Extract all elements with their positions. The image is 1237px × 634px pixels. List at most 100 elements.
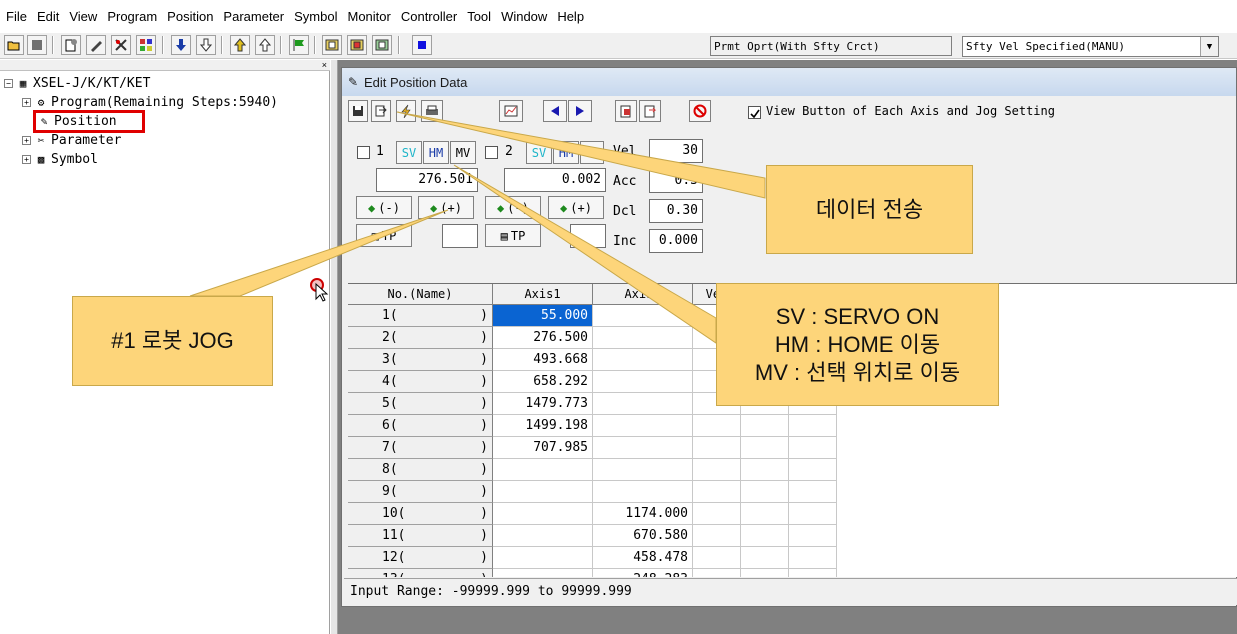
- axis2-tp-field[interactable]: [570, 224, 606, 248]
- axis2-cell[interactable]: [593, 327, 693, 349]
- row-name-cell[interactable]: 4(): [348, 371, 493, 393]
- axis2-cell[interactable]: 670.580: [593, 525, 693, 547]
- axis1-cell[interactable]: 55.000: [493, 305, 593, 327]
- table-row[interactable]: 13() 248.283: [348, 569, 848, 577]
- extra-cell[interactable]: [693, 437, 741, 459]
- symbol-icon[interactable]: [136, 35, 156, 55]
- axis1-sv-button[interactable]: SV: [396, 141, 422, 164]
- emergency-icon[interactable]: [412, 35, 432, 55]
- menu-view[interactable]: View: [65, 0, 103, 33]
- menu-parameter[interactable]: Parameter: [219, 0, 290, 33]
- download-icon[interactable]: [171, 35, 191, 55]
- axis1-cell[interactable]: [493, 569, 593, 577]
- axis2-cell[interactable]: 458.478: [593, 547, 693, 569]
- extra-cell[interactable]: [741, 503, 789, 525]
- axis1-cell[interactable]: 658.292: [493, 371, 593, 393]
- parameter-icon[interactable]: [111, 35, 131, 55]
- menu-position[interactable]: Position: [163, 0, 219, 33]
- dcl-field[interactable]: 0.30: [649, 199, 703, 223]
- axis1-cell[interactable]: 1479.773: [493, 393, 593, 415]
- table-row[interactable]: 12() 458.478: [348, 547, 848, 569]
- menu-monitor[interactable]: Monitor: [343, 0, 396, 33]
- speed-mode-select[interactable]: Sfty Vel Specified(MANU) ▼: [962, 36, 1219, 57]
- menu-program[interactable]: Program: [103, 0, 163, 33]
- stop-icon[interactable]: [27, 35, 47, 55]
- axis1-jog-minus-button[interactable]: ◆ (-): [356, 196, 412, 219]
- inc-field[interactable]: 0.000: [649, 229, 703, 253]
- row-name-cell[interactable]: 7(): [348, 437, 493, 459]
- axis1-cell[interactable]: [493, 503, 593, 525]
- axis2-cell[interactable]: [593, 305, 693, 327]
- cancel-button[interactable]: [689, 100, 711, 122]
- row-name-cell[interactable]: 2(): [348, 327, 493, 349]
- acc-field[interactable]: 0.3: [649, 169, 703, 193]
- axis2-checkbox[interactable]: [485, 146, 498, 159]
- row-name-cell[interactable]: 5(): [348, 393, 493, 415]
- tree-item-symbol[interactable]: + ▩ Symbol: [22, 150, 98, 169]
- axis1-hm-button[interactable]: HM: [423, 141, 449, 164]
- grid-header-axis2[interactable]: Axis2: [593, 284, 693, 305]
- axis2-jog-plus-button[interactable]: ◆ (+): [548, 196, 604, 219]
- chart-button[interactable]: [499, 100, 523, 122]
- axis1-cell[interactable]: [493, 525, 593, 547]
- axis2-cell[interactable]: [593, 481, 693, 503]
- monitor3-icon[interactable]: [372, 35, 392, 55]
- extra-cell[interactable]: [789, 525, 837, 547]
- monitor1-icon[interactable]: [322, 35, 342, 55]
- monitor2-icon[interactable]: [347, 35, 367, 55]
- panel-splitter[interactable]: [330, 60, 338, 634]
- axis2-cell[interactable]: [593, 415, 693, 437]
- table-row[interactable]: 8(): [348, 459, 848, 481]
- row-name-cell[interactable]: 12(): [348, 547, 493, 569]
- extra-cell[interactable]: [741, 459, 789, 481]
- expand-icon[interactable]: +: [22, 98, 31, 107]
- extra-cell[interactable]: [741, 481, 789, 503]
- save-button[interactable]: [348, 100, 368, 122]
- collapse-icon[interactable]: −: [4, 79, 13, 88]
- position-icon[interactable]: [86, 35, 106, 55]
- extra-cell[interactable]: [789, 437, 837, 459]
- extra-cell[interactable]: [741, 415, 789, 437]
- table-row[interactable]: 11() 670.580: [348, 525, 848, 547]
- axis1-cell[interactable]: 493.668: [493, 349, 593, 371]
- extra-cell[interactable]: [693, 525, 741, 547]
- open-icon[interactable]: [4, 35, 24, 55]
- axis1-cell[interactable]: [493, 547, 593, 569]
- extra-cell[interactable]: [693, 569, 741, 577]
- edit-window-titlebar[interactable]: ✎ Edit Position Data: [342, 68, 1236, 96]
- axis2-hm-button[interactable]: HM: [553, 141, 579, 164]
- grid-header-axis1[interactable]: Axis1: [493, 284, 593, 305]
- axis2-cell[interactable]: [593, 371, 693, 393]
- expand-icon[interactable]: +: [22, 155, 31, 164]
- axis2-position-field[interactable]: 0.002: [504, 168, 606, 192]
- axis2-tp-button[interactable]: ▤ TP: [485, 224, 541, 247]
- axis1-mv-button[interactable]: MV: [450, 141, 476, 164]
- axis1-tp-button[interactable]: ▤ TP: [356, 224, 412, 247]
- extra-cell[interactable]: [789, 459, 837, 481]
- axis2-cell[interactable]: 1174.000: [593, 503, 693, 525]
- extra-cell[interactable]: [693, 503, 741, 525]
- axis1-checkbox[interactable]: [357, 146, 370, 159]
- axis2-cell[interactable]: 248.283: [593, 569, 693, 577]
- row-name-cell[interactable]: 9(): [348, 481, 493, 503]
- extra-cell[interactable]: [789, 503, 837, 525]
- axis1-tp-field[interactable]: [442, 224, 478, 248]
- upload-outline-icon[interactable]: [255, 35, 275, 55]
- download-outline-icon[interactable]: [196, 35, 216, 55]
- next-button[interactable]: [568, 100, 592, 122]
- menu-window[interactable]: Window: [497, 0, 553, 33]
- axis1-cell[interactable]: [493, 481, 593, 503]
- flash-button[interactable]: [396, 100, 416, 122]
- extra-cell[interactable]: [789, 569, 837, 577]
- table-row[interactable]: 10() 1174.000: [348, 503, 848, 525]
- row-name-cell[interactable]: 3(): [348, 349, 493, 371]
- axis1-cell[interactable]: 276.500: [493, 327, 593, 349]
- tree-item-parameter[interactable]: + ✂ Parameter: [22, 131, 121, 150]
- row-name-cell[interactable]: 8(): [348, 459, 493, 481]
- menu-edit[interactable]: Edit: [33, 0, 65, 33]
- chevron-down-icon[interactable]: ▼: [1200, 37, 1218, 56]
- axis2-sv-button[interactable]: SV: [526, 141, 552, 164]
- view-axis-checkbox[interactable]: [748, 106, 761, 119]
- expand-icon[interactable]: +: [22, 136, 31, 145]
- print-button[interactable]: [421, 100, 443, 122]
